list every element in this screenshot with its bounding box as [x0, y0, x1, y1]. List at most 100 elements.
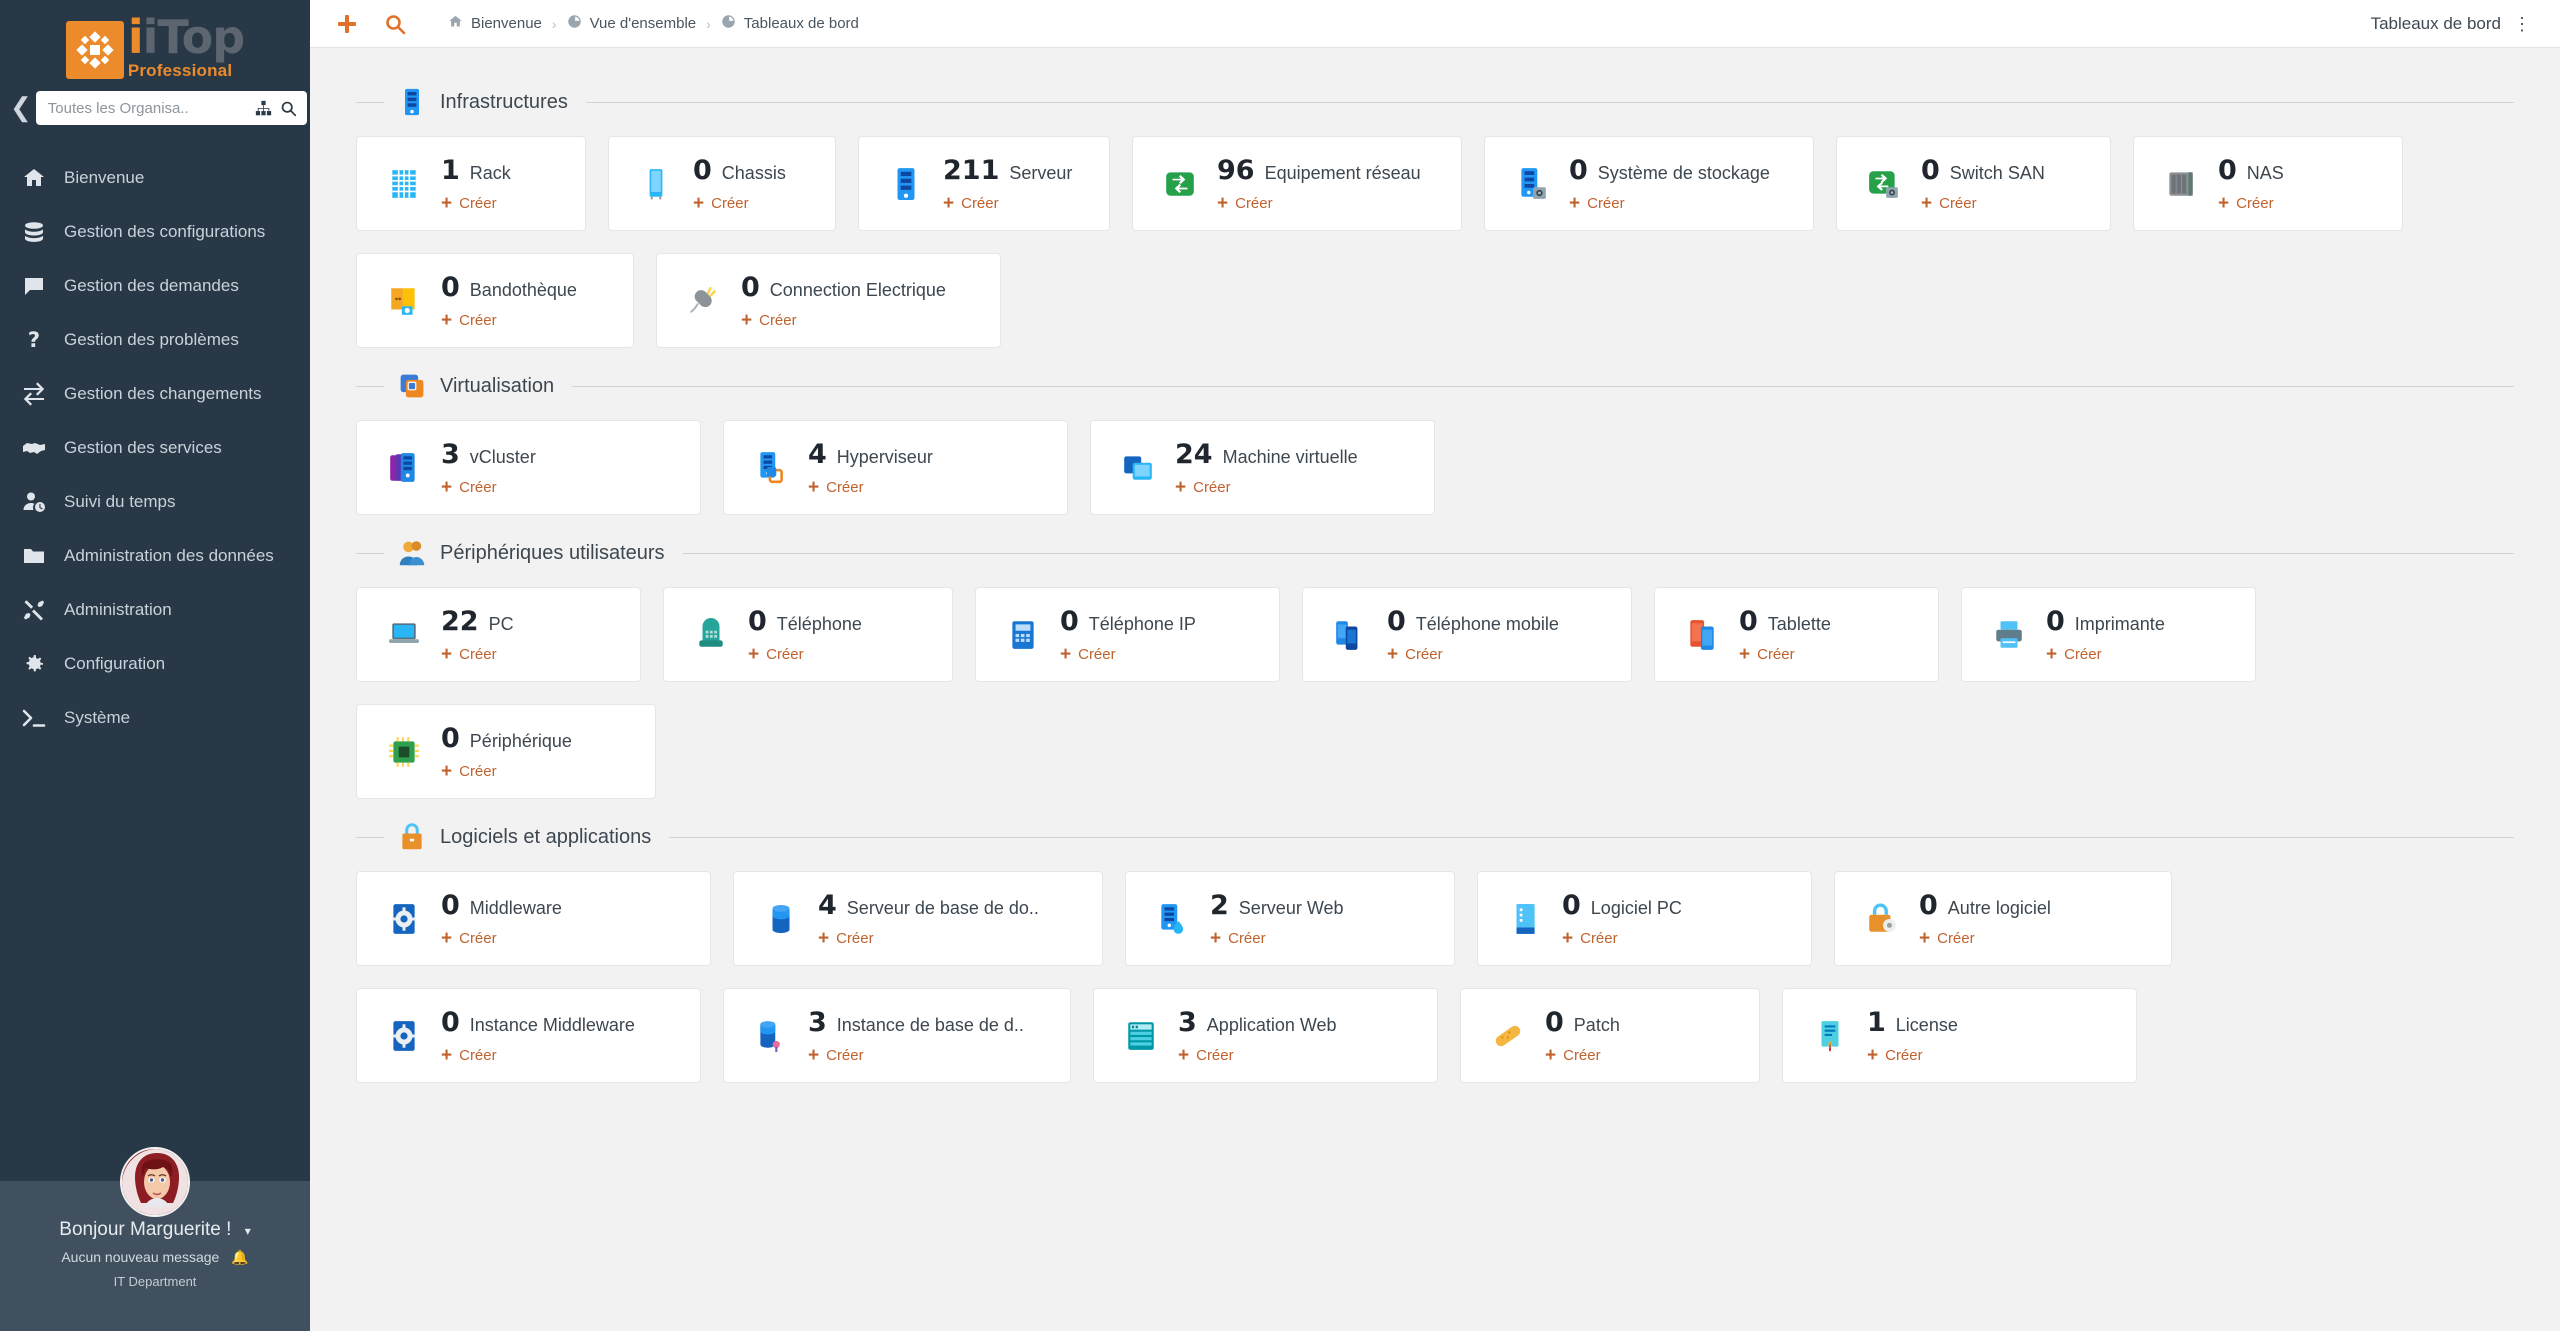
- create-link[interactable]: + Créer: [1562, 929, 1682, 948]
- create-link[interactable]: + Créer: [1919, 929, 2051, 948]
- search-icon[interactable]: [280, 100, 297, 117]
- metric-card[interactable]: 0 Middleware + Créer: [356, 871, 711, 966]
- create-link[interactable]: + Créer: [818, 929, 1039, 948]
- create-link[interactable]: + Créer: [808, 1046, 1024, 1065]
- user-messages-row[interactable]: Aucun nouveau message 🔔: [0, 1249, 310, 1266]
- sidebar-item-suivi-du-temps[interactable]: Suivi du temps: [0, 475, 310, 529]
- create-link[interactable]: + Créer: [441, 311, 577, 330]
- virtualisation-icon: [398, 372, 426, 400]
- metric-card[interactable]: 4 Serveur de base de do.. + Créer: [733, 871, 1103, 966]
- metric-card[interactable]: 96 Equipement réseau + Créer: [1132, 136, 1462, 231]
- metric-card[interactable]: 0 Patch + Créer: [1460, 988, 1760, 1083]
- create-label: Créer: [961, 194, 999, 212]
- sidebar-item-gestion-des-changements[interactable]: Gestion des changements: [0, 367, 310, 421]
- sitemap-icon[interactable]: [255, 100, 272, 117]
- create-link[interactable]: + Créer: [1210, 929, 1344, 948]
- plus-icon: +: [441, 643, 453, 665]
- avatar[interactable]: [120, 1147, 190, 1217]
- app-logo[interactable]: iiTop Professional: [0, 0, 310, 85]
- sidebar-collapse-icon[interactable]: ❮: [10, 95, 32, 121]
- create-link[interactable]: + Créer: [1867, 1046, 1958, 1065]
- create-link[interactable]: + Créer: [2218, 194, 2284, 213]
- sidebar-item-gestion-des-problemes[interactable]: ? Gestion des problèmes: [0, 313, 310, 367]
- metric-card[interactable]: 0 Chassis + Créer: [608, 136, 836, 231]
- metric-card[interactable]: 1 Rack + Créer: [356, 136, 586, 231]
- kebab-menu-icon[interactable]: ⋮: [2513, 15, 2532, 33]
- san-switch-icon: [1861, 167, 1907, 201]
- metric-card[interactable]: 0 Tablette + Créer: [1654, 587, 1939, 682]
- sidebar-item-gestion-des-configurations[interactable]: Gestion des configurations: [0, 205, 310, 259]
- sidebar-item-configuration[interactable]: Configuration: [0, 637, 310, 691]
- create-link[interactable]: + Créer: [1569, 194, 1770, 213]
- create-link[interactable]: + Créer: [441, 478, 536, 497]
- create-link[interactable]: + Créer: [1178, 1046, 1337, 1065]
- metric-card[interactable]: 0 Système de stockage + Créer: [1484, 136, 1814, 231]
- create-link[interactable]: + Créer: [2046, 645, 2165, 664]
- metric-card[interactable]: 0 Connection Electrique + Créer: [656, 253, 1001, 348]
- create-label: Créer: [1580, 929, 1618, 947]
- metric-card[interactable]: 0 Switch SAN + Créer: [1836, 136, 2111, 231]
- user-greeting-row[interactable]: Bonjour Marguerite ! ▾: [0, 1219, 310, 1241]
- metric-card[interactable]: 0 Instance Middleware + Créer: [356, 988, 701, 1083]
- create-link[interactable]: + Créer: [441, 645, 514, 664]
- create-link[interactable]: + Créer: [1739, 645, 1831, 664]
- metric-card[interactable]: 22 PC + Créer: [356, 587, 641, 682]
- create-link[interactable]: + Créer: [741, 311, 946, 330]
- metric-card[interactable]: 24 Machine virtuelle + Créer: [1090, 420, 1435, 515]
- sidebar-item-bienvenue[interactable]: Bienvenue: [0, 151, 310, 205]
- plus-icon: +: [808, 476, 820, 498]
- create-link[interactable]: + Créer: [1545, 1046, 1620, 1065]
- create-link[interactable]: + Créer: [748, 645, 862, 664]
- topbar: Bienvenue › Vue d'ensemble › Tableaux de…: [310, 0, 2560, 48]
- metric-card[interactable]: 211 Serveur + Créer: [858, 136, 1110, 231]
- metric-card[interactable]: 0 Téléphone + Créer: [663, 587, 953, 682]
- bell-icon[interactable]: 🔔: [231, 1249, 248, 1265]
- metric-card[interactable]: 0 NAS + Créer: [2133, 136, 2403, 231]
- sidebar-item-gestion-des-demandes[interactable]: Gestion des demandes: [0, 259, 310, 313]
- metric-card[interactable]: 3 Application Web + Créer: [1093, 988, 1438, 1083]
- breadcrumb-item-bienvenue[interactable]: Bienvenue: [448, 14, 542, 33]
- organization-search-input[interactable]: [47, 99, 247, 117]
- plus-icon[interactable]: [336, 13, 358, 35]
- create-link[interactable]: + Créer: [1387, 645, 1559, 664]
- user-panel[interactable]: Bonjour Marguerite ! ▾ Aucun nouveau mes…: [0, 1147, 310, 1331]
- create-link[interactable]: + Créer: [441, 1046, 635, 1065]
- plus-icon: +: [1210, 927, 1222, 949]
- metric-card[interactable]: 4 Hyperviseur + Créer: [723, 420, 1068, 515]
- sidebar-item-administration-des-donnees[interactable]: Administration des données: [0, 529, 310, 583]
- metric-card[interactable]: 3 vCluster + Créer: [356, 420, 701, 515]
- metric-card[interactable]: 1 License + Créer: [1782, 988, 2137, 1083]
- breadcrumb-item-vue-densemble[interactable]: Vue d'ensemble: [567, 14, 696, 33]
- create-link[interactable]: + Créer: [693, 194, 786, 213]
- section-title: Périphériques utilisateurs: [440, 541, 665, 564]
- create-label: Créer: [459, 645, 497, 663]
- metric-card[interactable]: 0 Téléphone mobile + Créer: [1302, 587, 1632, 682]
- sidebar-item-gestion-des-services[interactable]: Gestion des services: [0, 421, 310, 475]
- create-link[interactable]: + Créer: [1175, 478, 1358, 497]
- create-link[interactable]: + Créer: [1217, 194, 1421, 213]
- create-link[interactable]: + Créer: [441, 194, 511, 213]
- sidebar-item-systeme[interactable]: Système: [0, 691, 310, 745]
- create-link[interactable]: + Créer: [808, 478, 933, 497]
- search-icon[interactable]: [384, 13, 406, 35]
- metric-card[interactable]: 3 Instance de base de d.. + Créer: [723, 988, 1071, 1083]
- chassis-icon: [633, 167, 679, 201]
- metric-card[interactable]: 2 Serveur Web + Créer: [1125, 871, 1455, 966]
- metric-card[interactable]: 0 Logiciel PC + Créer: [1477, 871, 1812, 966]
- metric-card[interactable]: 0 Autre logiciel + Créer: [1834, 871, 2172, 966]
- create-link[interactable]: + Créer: [1060, 645, 1196, 664]
- breadcrumb-item-tableaux-de-bord[interactable]: Tableaux de bord: [721, 14, 859, 33]
- sidebar-item-administration[interactable]: Administration: [0, 583, 310, 637]
- breadcrumb-separator: ›: [551, 15, 557, 32]
- metric-card[interactable]: 0 Bandothèque + Créer: [356, 253, 634, 348]
- create-link[interactable]: + Créer: [1921, 194, 2045, 213]
- create-link[interactable]: + Créer: [441, 762, 572, 781]
- organization-search[interactable]: [35, 91, 307, 125]
- metric-card[interactable]: 0 Imprimante + Créer: [1961, 587, 2256, 682]
- chevron-down-icon[interactable]: ▾: [245, 1224, 251, 1238]
- create-link[interactable]: + Créer: [441, 929, 562, 948]
- metric-card[interactable]: 0 Périphérique + Créer: [356, 704, 656, 799]
- metric-card[interactable]: 0 Téléphone IP + Créer: [975, 587, 1280, 682]
- create-link[interactable]: + Créer: [943, 194, 1072, 213]
- metric-label: Patch: [1573, 1014, 1620, 1035]
